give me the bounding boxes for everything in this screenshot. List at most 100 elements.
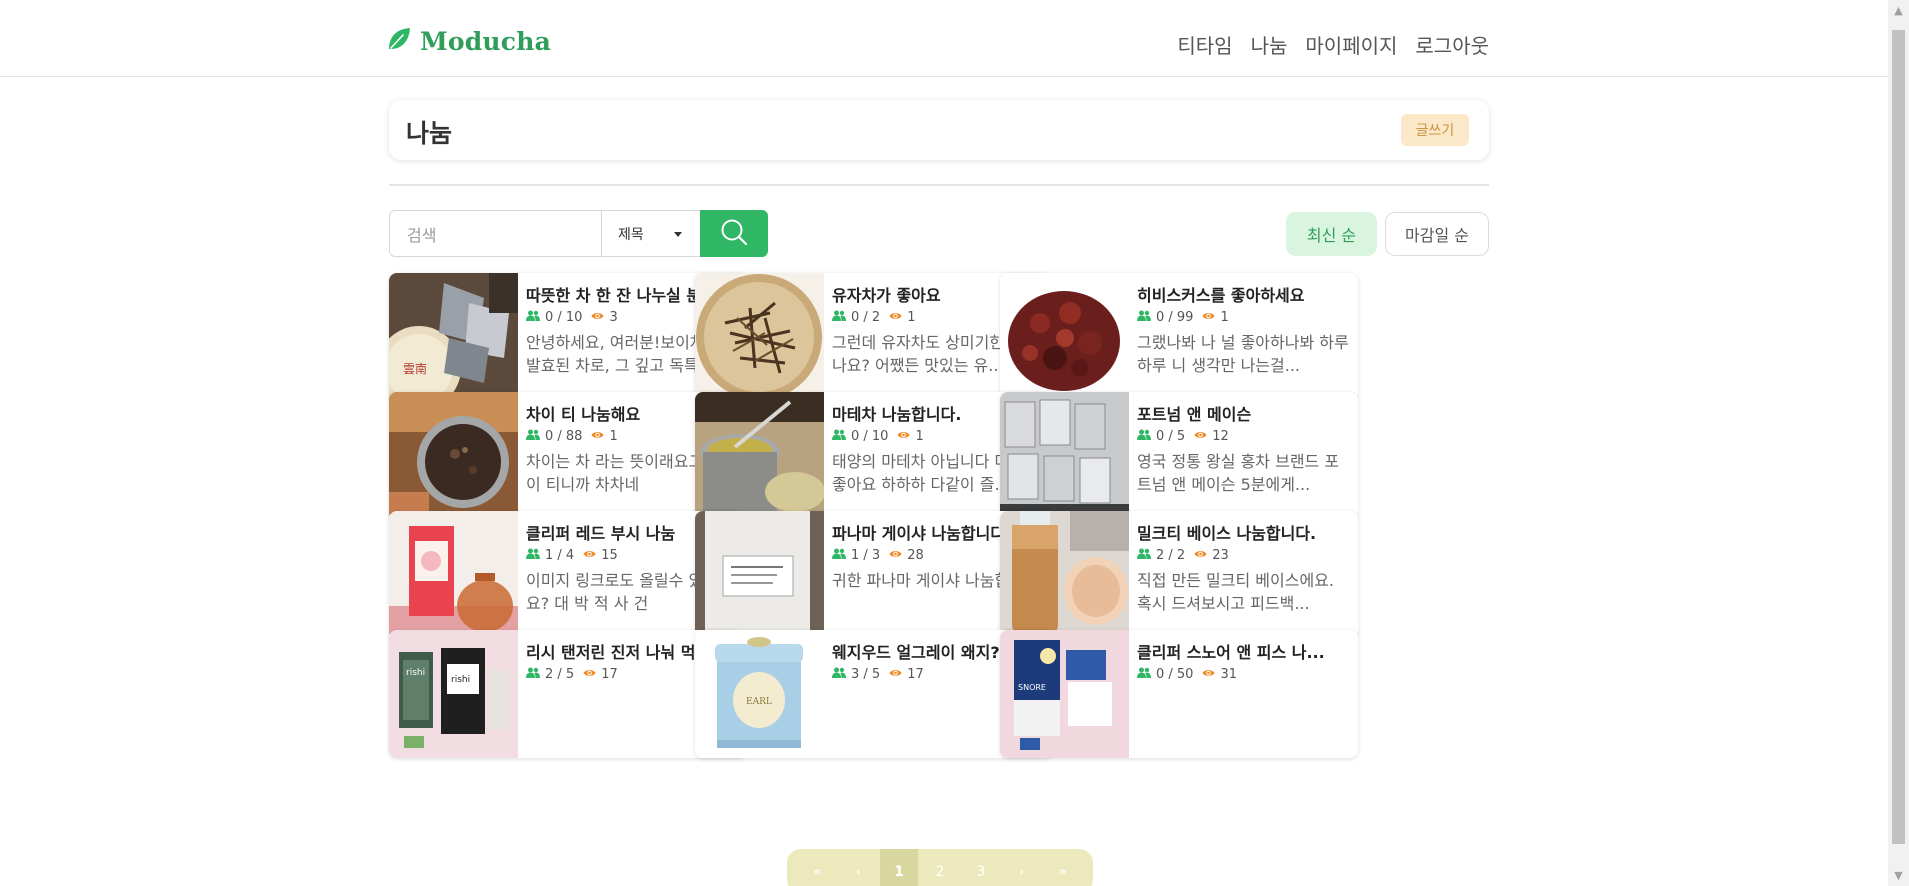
nav-share[interactable]: 나눔 <box>1251 30 1288 59</box>
card-thumbnail <box>1000 273 1129 401</box>
people-icon <box>526 310 540 325</box>
eye-icon <box>1202 667 1215 682</box>
view-count: 31 <box>1220 666 1238 682</box>
page-scrollbar[interactable]: ▲ ▼ <box>1888 0 1909 886</box>
view-count: 1 <box>1220 309 1229 325</box>
eye-icon <box>889 310 902 325</box>
views: 28 <box>889 548 924 563</box>
page-first-button[interactable]: « <box>798 849 836 886</box>
view-count: 3 <box>609 309 618 325</box>
participant-count: 0 / 99 <box>1156 309 1194 325</box>
share-card[interactable]: rishi rishi 리시 탠저린 진저 나눠 먹... 2 / 5 17 <box>389 630 747 758</box>
search-input[interactable]: 검색 <box>389 210 601 257</box>
brand-logo[interactable]: Moducha <box>386 26 551 56</box>
svg-text:SNORE: SNORE <box>1018 683 1046 692</box>
share-card[interactable]: 히비스커스를 좋아하세요 0 / 99 1 그랬나봐 나 널 좋아하나봐 하루하루 니… <box>1000 273 1358 401</box>
share-card[interactable]: 雲南 따뜻한 차 한 잔 나누실 분... 0 / 10 3 안녕하세요, 여러분!보이… <box>389 273 747 401</box>
share-card[interactable]: 클리퍼 레드 부시 나눔 1 / 4 15 이미지 링크로도 올릴수 있네요? 대 박… <box>389 511 747 639</box>
search-icon <box>719 217 749 251</box>
page-next-button[interactable]: › <box>1003 849 1041 886</box>
eye-icon <box>591 429 604 444</box>
card-description: 그랬나봐 나 널 좋아하나봐 하루하루 니 생각만 나는걸... <box>1137 333 1349 375</box>
participants: 0 / 88 <box>526 429 582 444</box>
card-thumbnail: EARL <box>695 630 824 758</box>
share-card[interactable]: SNORE 클리퍼 스노어 앤 피스 나... 0 / 50 31 <box>1000 630 1358 758</box>
participants: 0 / 5 <box>1137 429 1185 444</box>
views: 31 <box>1202 667 1237 682</box>
card-title: 밀크티 베이스 나눔합니다. <box>1137 524 1317 542</box>
card-thumbnail <box>1000 392 1129 520</box>
people-icon <box>832 667 846 682</box>
svg-text:EARL: EARL <box>746 697 772 707</box>
eye-icon <box>889 548 902 563</box>
eye-icon <box>897 429 910 444</box>
board-header: 나눔 글쓰기 <box>389 100 1489 160</box>
eye-icon <box>583 548 596 563</box>
card-thumbnail <box>389 392 518 520</box>
card-description: 영국 정통 왕실 홍차 브랜드 포트넘 앤 메이슨 5분에게... <box>1137 452 1340 494</box>
view-count: 28 <box>907 547 924 563</box>
participant-count: 1 / 3 <box>851 547 881 563</box>
scroll-thumb[interactable] <box>1892 30 1905 844</box>
card-body: 클리퍼 스노어 앤 피스 나... 0 / 50 31 <box>1137 639 1349 688</box>
svg-text:rishi: rishi <box>406 668 425 678</box>
participants: 2 / 2 <box>1137 548 1185 563</box>
participant-count: 2 / 5 <box>545 666 575 682</box>
svg-text:rishi: rishi <box>451 675 470 685</box>
share-card[interactable]: 차이 티 나눔해요 0 / 88 1 차이는 차 라는 뜻이래요그럼 차이 티니까 차… <box>389 392 747 520</box>
people-icon <box>832 310 846 325</box>
participant-count: 0 / 50 <box>1156 666 1194 682</box>
eye-icon <box>889 667 902 682</box>
participant-count: 0 / 10 <box>545 309 583 325</box>
card-thumbnail <box>1000 511 1129 639</box>
page-last-button[interactable]: » <box>1043 849 1081 886</box>
search-field-value: 제목 <box>618 226 644 243</box>
card-thumbnail: SNORE <box>1000 630 1129 758</box>
card-thumbnail <box>695 273 824 401</box>
share-card[interactable]: 밀크티 베이스 나눔합니다. 2 / 2 23 직접 만든 밀크티 베이스에요. 혹… <box>1000 511 1358 639</box>
share-card[interactable]: 포트넘 앤 메이슨 0 / 5 12 영국 정통 왕실 홍차 브랜드 포트넘 앤 메이… <box>1000 392 1358 520</box>
participant-count: 0 / 10 <box>851 428 889 444</box>
eye-icon <box>1194 429 1207 444</box>
people-icon <box>526 429 540 444</box>
eye-icon <box>1202 310 1215 325</box>
scroll-down-arrow-icon[interactable]: ▼ <box>1888 865 1909 886</box>
people-icon <box>526 548 540 563</box>
views: 12 <box>1194 429 1229 444</box>
view-count: 1 <box>609 428 618 444</box>
page-prev-button[interactable]: ‹ <box>839 849 877 886</box>
sort-deadline-button[interactable]: 마감일 순 <box>1385 212 1489 256</box>
search-button[interactable] <box>700 210 768 257</box>
people-icon <box>526 667 540 682</box>
eye-icon <box>1194 548 1207 563</box>
scroll-up-arrow-icon[interactable]: ▲ <box>1888 0 1909 21</box>
people-icon <box>1137 310 1151 325</box>
views: 17 <box>583 667 618 682</box>
page-button-2[interactable]: 2 <box>921 849 959 886</box>
caret-down-icon <box>674 232 682 237</box>
page-button-1[interactable]: 1 <box>880 849 919 886</box>
card-meta: 2 / 2 23 <box>1137 547 1349 563</box>
view-count: 1 <box>907 309 916 325</box>
participant-count: 0 / 88 <box>545 428 583 444</box>
brand-name: Moducha <box>420 26 552 56</box>
search-field-select[interactable]: 제목 <box>601 210 701 257</box>
nav-logout[interactable]: 로그아웃 <box>1415 30 1489 59</box>
view-count: 12 <box>1212 428 1229 444</box>
people-icon <box>832 548 846 563</box>
card-meta: 0 / 99 1 <box>1137 309 1349 325</box>
sort-latest-button[interactable]: 최신 순 <box>1286 212 1377 256</box>
nav-mypage[interactable]: 마이페이지 <box>1305 30 1397 59</box>
page-button-3[interactable]: 3 <box>962 849 1000 886</box>
participants: 1 / 3 <box>832 548 880 563</box>
write-button[interactable]: 글쓰기 <box>1401 114 1469 146</box>
view-count: 17 <box>907 666 924 682</box>
view-count: 15 <box>601 547 618 563</box>
pagination: « ‹ 1 2 3 › » <box>787 849 1093 886</box>
nav-teatime[interactable]: 티타임 <box>1177 30 1232 59</box>
participant-count: 2 / 2 <box>1156 547 1186 563</box>
participants: 0 / 99 <box>1137 310 1193 325</box>
card-thumbnail <box>389 511 518 639</box>
participant-count: 0 / 5 <box>1156 428 1186 444</box>
people-icon <box>1137 667 1151 682</box>
